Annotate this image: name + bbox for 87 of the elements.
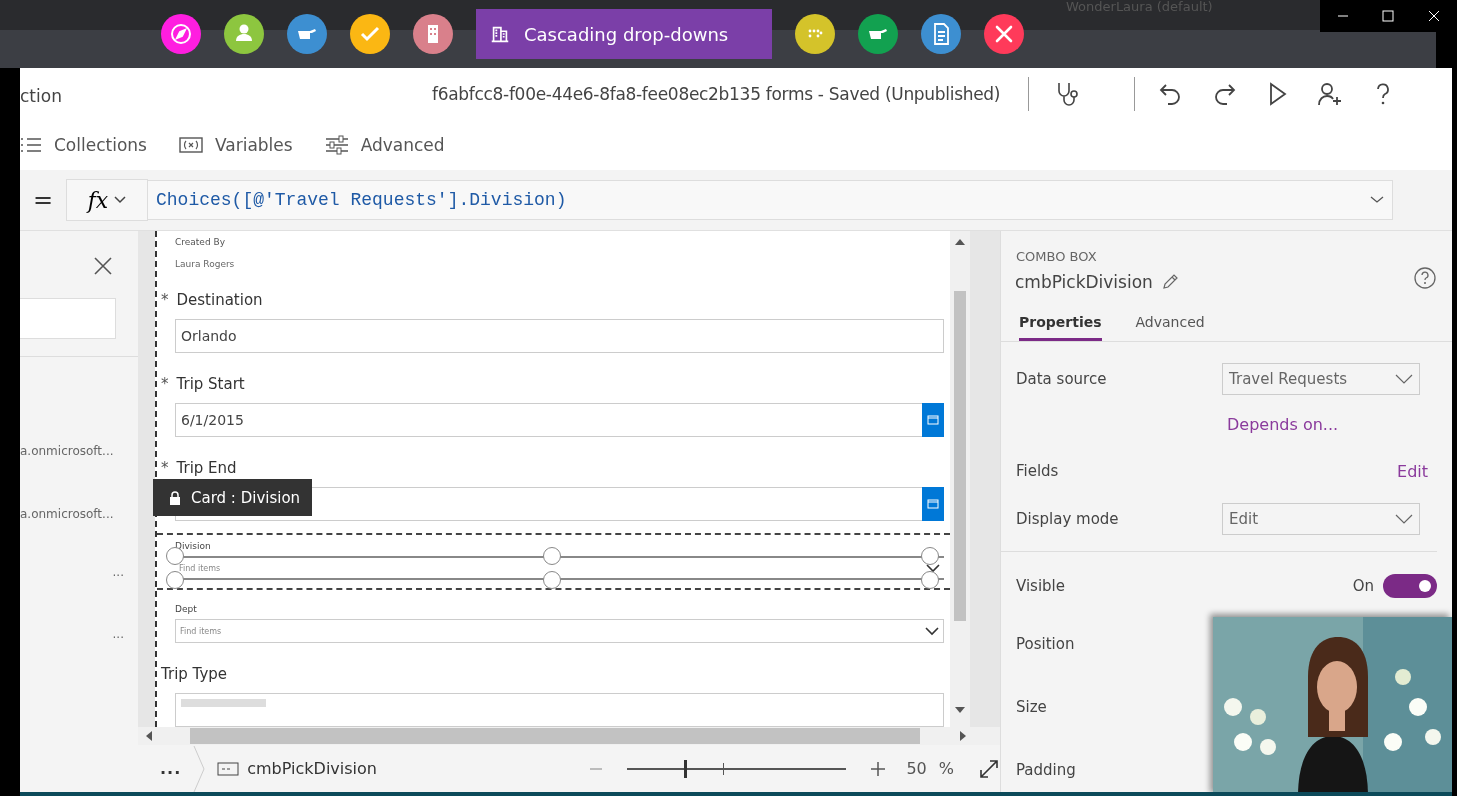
- chevron-down-icon: [1370, 196, 1384, 204]
- resize-handle[interactable]: [543, 547, 561, 565]
- compass-icon[interactable]: [161, 14, 201, 54]
- chevron-down-icon: [925, 626, 939, 636]
- field-label: Trip Start: [176, 375, 245, 393]
- field-label: Trip Type: [161, 665, 228, 683]
- dots-icon[interactable]: [795, 14, 835, 54]
- property-label: Fields: [1016, 462, 1059, 480]
- panel-tab[interactable]: Properties: [1019, 314, 1102, 341]
- field-label: Created By: [175, 237, 226, 247]
- more-options[interactable]: ...: [112, 627, 124, 641]
- zoom-thumb[interactable]: [684, 759, 688, 778]
- maximize-icon[interactable]: [1382, 10, 1395, 22]
- chevron-down-icon: [114, 196, 127, 204]
- visible-toggle[interactable]: [1383, 574, 1437, 598]
- function-dropdown[interactable]: fx: [66, 179, 148, 221]
- menu-item[interactable]: Advanced: [324, 135, 445, 155]
- field-label: Destination: [176, 291, 263, 309]
- zoom-slider[interactable]: [627, 759, 847, 778]
- combo-box-icon: [217, 761, 240, 776]
- equals-sign: =: [31, 186, 55, 214]
- field-label: Dept: [175, 604, 198, 614]
- resize-handle[interactable]: [166, 547, 184, 565]
- field-label: Division: [175, 541, 212, 551]
- resize-handle[interactable]: [921, 571, 939, 589]
- building-icon[interactable]: [413, 14, 453, 54]
- control-breadcrumb[interactable]: cmbPickDivision: [217, 759, 377, 778]
- required-mark: *: [161, 291, 169, 309]
- property-dropdown[interactable]: Travel Requests: [1222, 363, 1420, 395]
- more-button[interactable]: ...: [160, 759, 182, 778]
- property-label: Padding: [1016, 760, 1076, 779]
- chevron-down-icon: [1395, 374, 1413, 384]
- edit-link[interactable]: Edit: [1397, 461, 1428, 481]
- tools-icon[interactable]: [984, 14, 1024, 54]
- person-icon[interactable]: [224, 14, 264, 54]
- combo-box[interactable]: Find items: [175, 619, 944, 643]
- combo-box[interactable]: Find items: [175, 556, 944, 580]
- date-input[interactable]: 6/1/2015: [175, 403, 944, 437]
- close-icon[interactable]: [93, 256, 113, 276]
- property-label: Position: [1016, 634, 1075, 653]
- control-name: cmbPickDivision: [1015, 272, 1153, 292]
- menu-item[interactable]: Variables: [178, 135, 293, 155]
- formula-field[interactable]: Choices([@'Travel Requests'].Division): [148, 180, 1393, 220]
- required-mark: *: [161, 375, 169, 393]
- app-title: ction: [20, 85, 63, 106]
- expand-icon[interactable]: [978, 757, 1000, 780]
- chevron-down-icon: [1395, 514, 1413, 524]
- zoom-value: 50: [906, 759, 927, 778]
- toggle-state: On: [1352, 577, 1374, 595]
- horizontal-scrollbar[interactable]: [138, 727, 1000, 745]
- breadcrumb-separator: [193, 745, 206, 792]
- list-icon: [20, 136, 42, 154]
- field-label: Trip End: [176, 459, 237, 477]
- property-label: Visible: [1016, 577, 1065, 595]
- help-icon[interactable]: [1414, 267, 1436, 289]
- card-tooltip: Card : Division: [153, 479, 312, 516]
- zoom-unit: %: [938, 759, 954, 778]
- menu-item[interactable]: Collections: [20, 135, 147, 155]
- pencil-icon[interactable]: [1160, 273, 1179, 291]
- resize-handle[interactable]: [543, 571, 561, 589]
- required-mark: *: [161, 459, 169, 477]
- zoom-in-icon[interactable]: [870, 760, 887, 777]
- field-value: Laura Rogers: [175, 259, 236, 269]
- property-dropdown[interactable]: Edit: [1222, 503, 1420, 535]
- document-icon[interactable]: [921, 14, 961, 54]
- lesson-tab[interactable]: Cascading drop-downs: [476, 9, 772, 59]
- property-label: Display mode: [1016, 510, 1119, 528]
- property-label: Size: [1016, 697, 1047, 716]
- chevron-down-icon: [926, 563, 940, 573]
- resize-handle[interactable]: [921, 547, 939, 565]
- panel-tab[interactable]: Advanced: [1135, 314, 1205, 341]
- search-field[interactable]: [20, 298, 116, 339]
- property-label: Data source: [1016, 370, 1107, 388]
- depends-on-link[interactable]: Depends on...: [1227, 414, 1339, 434]
- resize-handle[interactable]: [166, 571, 184, 589]
- check-icon[interactable]: [350, 14, 390, 54]
- text-input[interactable]: [175, 693, 944, 727]
- lock-icon: [169, 490, 181, 505]
- text-input[interactable]: Orlando: [175, 319, 944, 353]
- account-text: a.onmicrosoft...: [20, 507, 114, 521]
- control-type: COMBO BOX: [1015, 249, 1098, 264]
- variable-icon: [178, 136, 203, 154]
- vertical-scrollbar[interactable]: [950, 231, 970, 727]
- account-text: a.onmicrosoft...: [20, 444, 114, 458]
- more-options[interactable]: ...: [112, 565, 124, 579]
- file-title: f6abfcc8-f00e-44e6-8fa8-fee08ec2b135 forms - Saved (Unpublished): [432, 84, 1001, 104]
- sliders-icon: [324, 135, 349, 155]
